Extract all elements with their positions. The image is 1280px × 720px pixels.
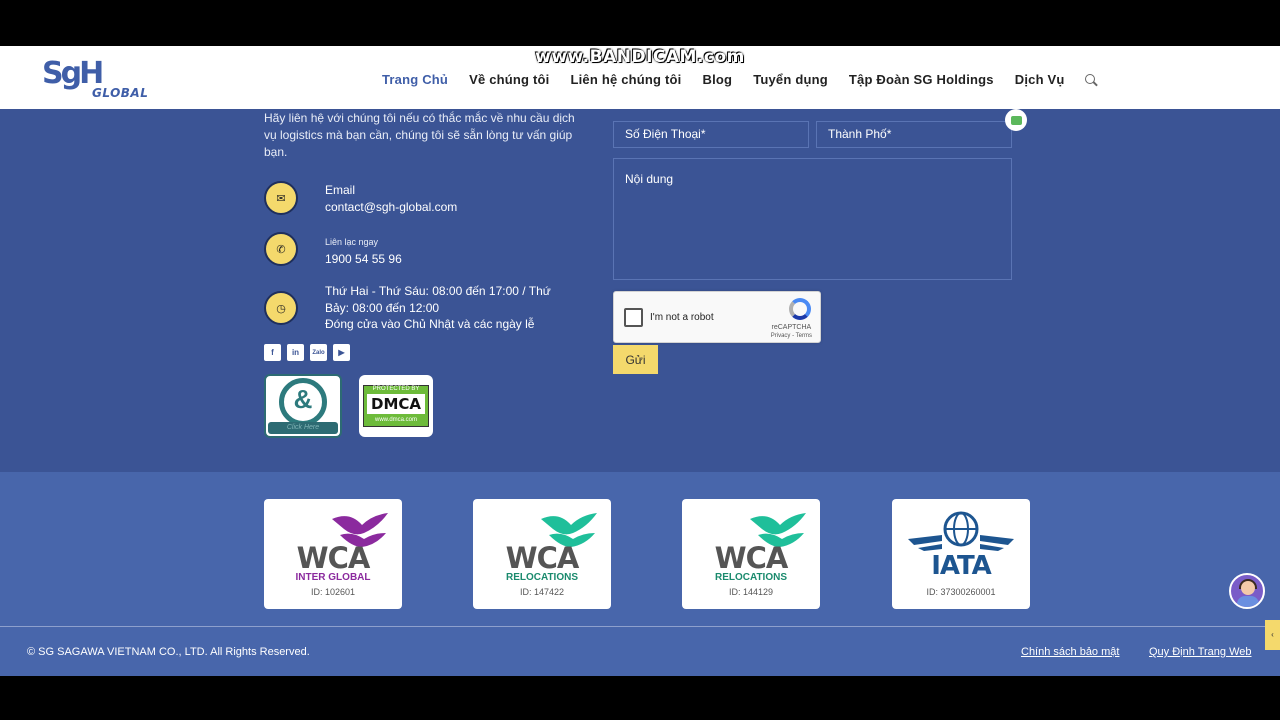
envelope-icon: ✉ — [264, 181, 298, 215]
dnb-click-label: Click Here — [268, 422, 338, 434]
dmca-url: www.dmca.com — [374, 417, 417, 423]
recaptcha-checkbox[interactable] — [624, 308, 643, 327]
email-row: ✉ Email contact@sgh-global.com — [264, 181, 457, 215]
email-value[interactable]: contact@sgh-global.com — [325, 199, 555, 216]
phone-row: ✆ Liên lạc ngay 1900 54 55 96 — [264, 232, 402, 266]
nav-careers[interactable]: Tuyển dụng — [753, 72, 828, 87]
message-textarea[interactable]: Nội dung — [613, 158, 1012, 280]
city-field[interactable]: Thành Phố* — [816, 121, 1012, 148]
phone-icon: ✆ — [264, 232, 298, 266]
recording-watermark: www.BANDICAM.com — [535, 47, 745, 67]
support-avatar-icon[interactable] — [1229, 573, 1265, 609]
dun-bradstreet-badge[interactable]: & Click Here — [264, 374, 342, 438]
logo-text: GLOBAL — [92, 86, 149, 100]
nav-about[interactable]: Về chúng tôi — [469, 72, 549, 87]
cert-id: ID: 102601 — [310, 587, 356, 597]
hours-line-2: Bảy: 08:00 đến 12:00 — [325, 300, 440, 315]
cert-mark: IATA — [931, 551, 992, 581]
nav-services[interactable]: Dịch Vụ — [1015, 72, 1065, 87]
zalo-icon[interactable]: Zalo — [310, 344, 327, 361]
side-tab-icon[interactable]: ‹ — [1265, 620, 1280, 650]
recaptcha-brand: reCAPTCHA — [771, 324, 812, 331]
main-nav: Trang Chủ Về chúng tôi Liên hệ chúng tôi… — [382, 72, 1098, 87]
cert-subtitle: INTER GLOBAL — [295, 572, 371, 583]
phone-label: Liên lạc ngay — [325, 237, 379, 247]
phone-value[interactable]: 1900 54 55 96 — [325, 251, 555, 268]
cert-mark: WCA — [296, 541, 371, 575]
site-footer: © SG SAGAWA VIETNAM CO., LTD. All Rights… — [0, 626, 1280, 676]
certifications-section: WCA INTER GLOBAL ID: 102601 WCA RELOCATI… — [0, 472, 1280, 626]
cert-id: ID: 144129 — [728, 587, 774, 597]
linkedin-icon[interactable]: in — [287, 344, 304, 361]
cert-mark: WCA — [505, 541, 580, 575]
contact-section: Hãy liên hệ với chúng tôi nếu có thắc mắ… — [0, 109, 1280, 472]
hours-row: ◷ Thứ Hai - Thứ Sáu: 08:00 đến 17:00 / T… — [264, 284, 551, 331]
privacy-link[interactable]: Chính sách bảo mật — [1021, 646, 1119, 658]
recaptcha-label: I'm not a robot — [650, 312, 714, 323]
cert-card[interactable]: IATA ID: 37300260001 — [892, 499, 1030, 609]
contact-intro: Hãy liên hệ với chúng tôi nếu có thắc mắ… — [264, 111, 575, 159]
cert-mark: WCA — [714, 541, 789, 575]
cert-subtitle: RELOCATIONS — [505, 572, 579, 583]
nav-blog[interactable]: Blog — [703, 72, 733, 87]
dnb-ampersand: & — [293, 384, 313, 414]
dmca-top-text: PROTECTED BY — [372, 386, 420, 392]
dmca-badge[interactable]: PROTECTED BY DMCA www.dmca.com — [359, 375, 433, 437]
phone-field[interactable]: Số Điện Thoại* — [613, 121, 809, 148]
email-label: Email — [325, 183, 356, 197]
screen-frame: www.BANDICAM.com SgH GLOBAL Trang Chủ Về… — [0, 0, 1280, 720]
chat-bot-icon[interactable] — [1005, 109, 1027, 131]
recaptcha-icon — [789, 298, 811, 320]
recaptcha-links[interactable]: Privacy - Terms — [771, 332, 812, 341]
cert-card[interactable]: WCA RELOCATIONS ID: 144129 — [682, 499, 820, 609]
copyright-text: © SG SAGAWA VIETNAM CO., LTD. All Rights… — [27, 646, 310, 658]
cert-card[interactable]: WCA INTER GLOBAL ID: 102601 — [264, 499, 402, 609]
clock-icon: ◷ — [264, 291, 298, 325]
cert-id: ID: 147422 — [519, 587, 565, 597]
cert-card[interactable]: WCA RELOCATIONS ID: 147422 — [473, 499, 611, 609]
facebook-icon[interactable]: f — [264, 344, 281, 361]
submit-button[interactable]: Gửi — [613, 345, 658, 374]
nav-home[interactable]: Trang Chủ — [382, 72, 448, 87]
search-icon[interactable] — [1084, 73, 1098, 87]
youtube-icon[interactable]: ▶ — [333, 344, 350, 361]
cert-subtitle: RELOCATIONS — [714, 572, 788, 583]
recaptcha-widget: I'm not a robot reCAPTCHA Privacy - Term… — [613, 291, 821, 343]
dmca-mark: DMCA — [367, 394, 425, 414]
hours-line-1: Thứ Hai - Thứ Sáu: 08:00 đến 17:00 / Thứ — [325, 284, 551, 298]
social-links: f in Zalo ▶ — [264, 344, 350, 361]
terms-link[interactable]: Quy Định Trang Web — [1149, 646, 1252, 658]
nav-contact[interactable]: Liên hệ chúng tôi — [570, 72, 681, 87]
hours-line-3: Đóng cửa vào Chủ Nhật và các ngày lễ — [325, 317, 535, 331]
cert-id: ID: 37300260001 — [926, 587, 996, 597]
nav-group[interactable]: Tập Đoàn SG Holdings — [849, 72, 994, 87]
globe-wings-icon — [908, 511, 1014, 551]
